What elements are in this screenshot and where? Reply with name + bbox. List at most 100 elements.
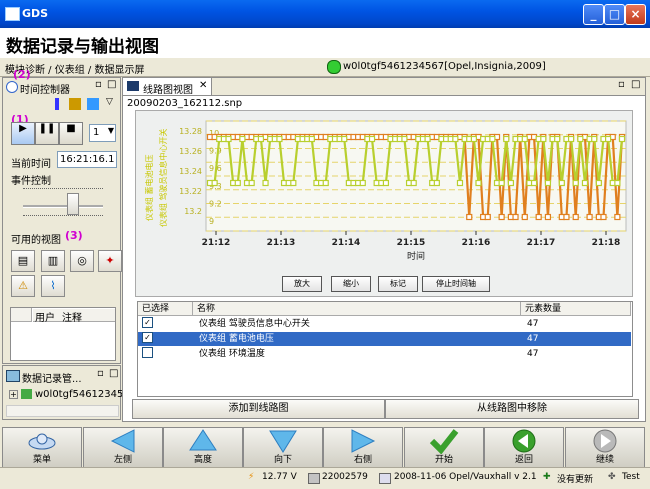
left-button[interactable]: 左侧 [83, 427, 163, 469]
maximize-button[interactable]: □ [604, 4, 625, 25]
stop-button[interactable]: ■ [59, 122, 83, 145]
status-version: 2008-11-06 Opel/Vauxhall v 2.1 [394, 472, 537, 482]
series-marker [600, 213, 607, 221]
notes-header-user[interactable]: 用户 [33, 309, 62, 324]
pause-button[interactable]: ❚❚ [35, 122, 59, 145]
event-slider-track[interactable] [23, 205, 103, 208]
play-button[interactable]: ▶ [11, 122, 35, 145]
arrow-right-icon [351, 429, 376, 453]
series-marker [257, 135, 265, 143]
panel-maximize-icon[interactable]: □ [107, 79, 116, 90]
horizontal-scrollbar[interactable] [6, 405, 119, 417]
start-button[interactable]: 开始 [404, 427, 484, 469]
row-count: 47 [527, 349, 539, 359]
x-axis-label: 时间 [407, 250, 425, 262]
column-header-count[interactable]: 元素数量 [521, 302, 631, 316]
row-name: 仪表组 驾驶员信息中心开关 [199, 319, 310, 329]
snapshot-file-name: 20090203_162112.snp [127, 98, 243, 109]
checkmark-icon [429, 429, 459, 455]
series-marker [401, 135, 408, 143]
row-name: 仪表组 蓄电池电压 [199, 334, 274, 344]
update-icon: ✚ [543, 472, 551, 482]
stop-timeline-button[interactable]: 停止时间轴 [422, 276, 490, 292]
remove-from-graph-button[interactable]: 从线路图中移除 [385, 399, 639, 419]
table-view-icon[interactable]: ▤ [11, 250, 35, 272]
tool-icon[interactable] [69, 98, 81, 110]
row-checkbox[interactable]: ✓ [142, 332, 153, 343]
mark-button[interactable]: 标记 [378, 276, 418, 292]
x-tick-label: 21:18 [592, 238, 621, 248]
dropdown-arrow-icon[interactable]: ▽ [106, 97, 113, 107]
marker-icon[interactable] [55, 98, 59, 110]
pin-view-icon[interactable]: ✦ [98, 250, 122, 272]
zoom-in-button[interactable]: 放大 [282, 276, 322, 292]
table-row-selected[interactable]: ✓ 仪表组 蓄电池电压 47 [138, 332, 631, 346]
down-button[interactable]: 向下 [243, 427, 323, 469]
event-slider-bottom-ticks [23, 215, 103, 217]
tab-graph-view[interactable]: 线路图视图 ✕ [123, 78, 212, 96]
data-record-panel: 数据记录管... ▫ □ + w0l0tgf546123456 [2, 365, 130, 420]
series-marker [503, 135, 510, 143]
tree-expand-icon[interactable]: + [9, 390, 18, 399]
add-to-graph-button[interactable]: 添加到线路图 [132, 399, 385, 419]
column-header-name[interactable]: 名称 [193, 302, 521, 316]
table-row[interactable]: ✓ 仪表组 驾驶员信息中心开关 47 [138, 317, 631, 331]
row-checkbox[interactable] [142, 347, 153, 358]
right-button-label: 右侧 [353, 455, 372, 465]
panel-minimize-icon[interactable]: ▫ [95, 79, 102, 90]
gauge-view-icon[interactable]: ◎ [70, 250, 94, 272]
tab-data-manager[interactable]: 数据记录管... [22, 370, 82, 385]
start-button-label: 开始 [434, 455, 453, 465]
software-icon [379, 473, 391, 484]
series-marker [586, 213, 593, 221]
table-row[interactable]: 仪表组 环境温度 47 [138, 347, 631, 361]
chevron-down-icon: ▼ [107, 126, 114, 135]
current-time-label: 当前时间 [11, 159, 51, 170]
panel-minimize-icon[interactable]: ▫ [97, 368, 104, 379]
up-button[interactable]: 高度 [163, 427, 243, 469]
left-axis-label: 仪表组 蓄电池电压 [144, 154, 154, 221]
tab-timer[interactable]: 时间控制器 [20, 81, 70, 96]
panel-minimize-icon[interactable]: ▫ [618, 79, 625, 90]
speed-select[interactable]: 1 ▼ [89, 124, 116, 142]
current-time-field[interactable]: 16:21:16.1 [57, 151, 117, 168]
series-marker [276, 135, 283, 143]
series-marker [498, 179, 505, 187]
series-marker [424, 135, 431, 143]
speed-value: 1 [93, 127, 100, 138]
warning-view-icon[interactable]: ⚠ [11, 275, 35, 297]
back-button[interactable]: 返回 [484, 427, 564, 469]
folder-icon[interactable] [87, 98, 99, 110]
series-marker [535, 213, 542, 221]
column-header-selected[interactable]: 已选择 [138, 302, 193, 316]
row-checkbox[interactable]: ✓ [142, 317, 153, 328]
panel-maximize-icon[interactable]: □ [631, 79, 640, 90]
test-icon: ✤ [608, 472, 616, 482]
close-tab-icon[interactable]: ✕ [199, 80, 207, 91]
series-marker [341, 135, 348, 143]
tree-item-vehicle[interactable]: w0l0tgf546123456 [35, 389, 130, 400]
notes-header-comment[interactable]: 注释 [60, 309, 115, 324]
series-marker [262, 179, 269, 187]
menu-button[interactable]: 菜单 [2, 427, 82, 469]
graph-tab-strip: 线路图视图 ✕ ▫ □ [123, 78, 645, 96]
panel-maximize-icon[interactable]: □ [109, 368, 118, 379]
series-marker [544, 179, 552, 187]
right-button[interactable]: 右侧 [323, 427, 403, 469]
bar-view-icon[interactable]: ▥ [41, 250, 65, 272]
series-marker [567, 135, 575, 143]
minimize-button[interactable]: _ [583, 4, 604, 25]
continue-button[interactable]: 继续 [565, 427, 645, 469]
current-time-value: 16:21:16.1 [60, 154, 115, 165]
line-chart[interactable]: 13.2813.2613.2413.2213.2109.99.69.39.29仪… [136, 111, 632, 296]
series-marker [558, 179, 565, 187]
status-bar: ⚡ 12.77 V 22002579 2008-11-06 Opel/Vauxh… [0, 467, 650, 489]
series-marker [595, 179, 602, 187]
event-slider-thumb[interactable] [67, 193, 79, 215]
zoom-out-button[interactable]: 缩小 [331, 276, 371, 292]
close-button[interactable]: × [625, 4, 646, 25]
x-tick-label: 21:14 [332, 238, 361, 248]
status-update: 没有更新 [557, 475, 594, 485]
menu-icon [28, 433, 56, 450]
graph-view-icon[interactable]: ⌇ [41, 275, 65, 297]
